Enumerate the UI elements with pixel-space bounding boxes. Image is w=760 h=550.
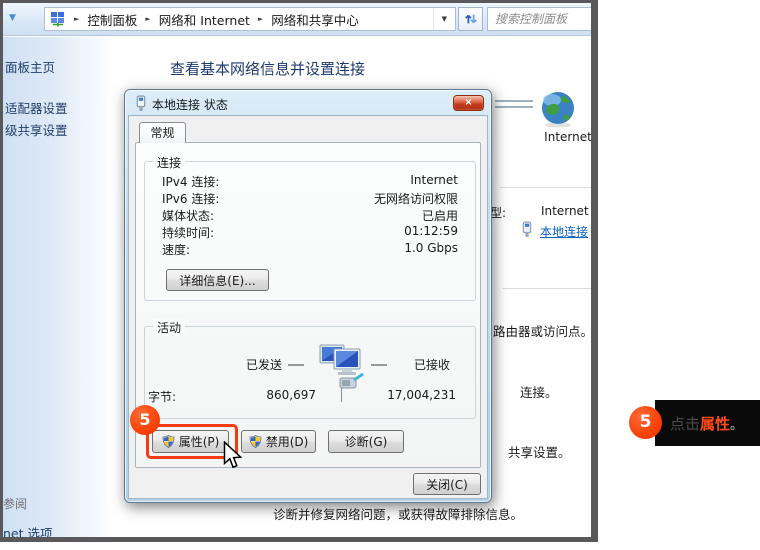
tutorial-page: ▼ ► 控制面板 ► 网络和 Internet ► 网络和共享中心 ▼: [0, 0, 760, 550]
row-value: 已启用: [422, 207, 458, 224]
connector-dash: [288, 364, 304, 366]
sidebar-item-home[interactable]: 面板主页: [5, 57, 55, 76]
annotation-text-suffix: 。: [730, 414, 743, 433]
diagnose-button-label: 诊断(G): [345, 433, 388, 450]
table-row: 速度: 1.0 Gbps: [162, 241, 458, 258]
diagnose-button[interactable]: 诊断(G): [328, 430, 404, 453]
access-type-label: 型:: [490, 204, 506, 221]
text-fragment-sharing: 共享设置。: [508, 442, 571, 461]
tab-page: 连接 IPv4 连接: Internet IPv6 连接: 无网络访问权限 媒体…: [135, 142, 481, 468]
text-fragment-router: 路由器或访问点。: [493, 321, 593, 340]
refresh-icon: [464, 12, 478, 26]
address-toolbar: ▼ ► 控制面板 ► 网络和 Internet ► 网络和共享中心 ▼: [3, 3, 598, 36]
chevron-right-icon: ►: [137, 15, 158, 23]
chevron-right-icon: ►: [66, 15, 87, 23]
annotation-text-highlight: 属性: [700, 413, 730, 434]
breadcrumb-dropdown-icon[interactable]: ▼: [433, 8, 455, 30]
text-fragment-connect: 连接。: [520, 382, 558, 401]
page-title: 查看基本网络信息并设置连接: [170, 58, 365, 79]
row-label: IPv6 连接:: [162, 190, 219, 207]
sidebar: 面板主页 适配器设置 级共享设置 参阅 net 选项: [3, 37, 115, 542]
access-type-value: Internet: [541, 204, 589, 218]
breadcrumb: ► 控制面板 ► 网络和 Internet ► 网络和共享中心 ▼: [44, 7, 456, 31]
internet-globe-icon: [539, 90, 577, 128]
annotation-label: 点击属性。: [655, 400, 760, 446]
row-value: 无网络访问权限: [374, 190, 458, 207]
bytes-sent-value: 860,697: [216, 388, 316, 402]
activity-group-label: 活动: [153, 319, 185, 336]
sidebar-item-adapter-settings[interactable]: 适配器设置: [5, 98, 68, 117]
local-connection-link[interactable]: 本地连接: [540, 223, 588, 240]
dialog-title: 本地连接 状态: [152, 96, 228, 113]
row-label: 持续时间:: [162, 224, 214, 241]
breadcrumb-item-sharing-center[interactable]: 网络和共享中心: [271, 10, 359, 29]
divider: [500, 187, 598, 188]
sidebar-item-internet-options[interactable]: net 选项: [3, 523, 53, 542]
row-label: IPv4 连接:: [162, 173, 219, 190]
dialog-connection-icon: [134, 95, 148, 112]
dialog-body: 常规 连接 IPv4 连接: Internet IPv6 连接: 无网络访问权限: [128, 115, 488, 499]
annotation-step-badge: 5: [629, 406, 662, 439]
bytes-received-value: 17,004,231: [356, 388, 456, 402]
connection-group-label: 连接: [153, 154, 185, 171]
connector-dash: [371, 364, 387, 366]
computers-activity-icon: [318, 341, 366, 393]
table-row: IPv4 连接: Internet: [162, 173, 458, 190]
row-value: Internet: [410, 173, 458, 190]
search-input[interactable]: 搜索控制面板: [487, 7, 598, 31]
table-row: 媒体状态: 已启用: [162, 207, 458, 224]
network-map-line: [495, 106, 533, 108]
received-label: 已接收: [414, 356, 450, 373]
internet-node-label: Internet: [539, 130, 597, 144]
mouse-cursor-icon: [221, 441, 243, 471]
favorites-dropdown-icon[interactable]: ▼: [9, 13, 16, 23]
table-row: IPv6 连接: 无网络访问权限: [162, 190, 458, 207]
close-icon[interactable]: ×: [453, 95, 484, 111]
details-button[interactable]: 详细信息(E)...: [166, 269, 269, 291]
refresh-button[interactable]: [458, 7, 483, 31]
search-placeholder: 搜索控制面板: [488, 8, 598, 30]
bytes-label: 字节:: [148, 388, 176, 405]
row-value: 01:12:59: [404, 224, 458, 241]
network-center-icon: [50, 11, 66, 27]
sent-label: 已发送: [246, 356, 282, 373]
row-label: 速度:: [162, 241, 190, 258]
row-value: 1.0 Gbps: [404, 241, 458, 258]
chevron-right-icon: ►: [250, 15, 271, 23]
see-also-header: 参阅: [3, 495, 27, 512]
local-connection-status-dialog: 本地连接 状态 × 常规 连接 IPv4 连接: Internet IPv6 连…: [124, 89, 492, 503]
details-button-label: 详细信息(E)...: [179, 272, 255, 289]
step-badge: 5: [130, 405, 160, 435]
disable-button-label: 禁用(D): [266, 433, 309, 450]
disable-button[interactable]: 禁用(D): [241, 430, 316, 453]
sidebar-item-advanced-sharing[interactable]: 级共享设置: [5, 120, 68, 139]
windows-screenshot: ▼ ► 控制面板 ► 网络和 Internet ► 网络和共享中心 ▼: [0, 0, 598, 542]
divider: [503, 288, 598, 289]
breadcrumb-item-network-internet[interactable]: 网络和 Internet: [159, 10, 250, 29]
close-button-label: 关闭(C): [426, 476, 468, 493]
tab-general[interactable]: 常规: [139, 122, 186, 143]
bytes-divider: [341, 388, 342, 402]
network-map-line: [495, 100, 533, 102]
connection-icon: [520, 221, 534, 238]
table-row: 持续时间: 01:12:59: [162, 224, 458, 241]
close-button[interactable]: 关闭(C): [413, 473, 481, 495]
text-fragment-diagnose: 诊断并修复网络问题，或获得故障排除信息。: [273, 504, 523, 523]
uac-shield-icon: [249, 435, 262, 448]
breadcrumb-item-control-panel[interactable]: 控制面板: [87, 10, 137, 29]
row-label: 媒体状态:: [162, 207, 214, 224]
annotation-text-prefix: 点击: [670, 413, 700, 434]
